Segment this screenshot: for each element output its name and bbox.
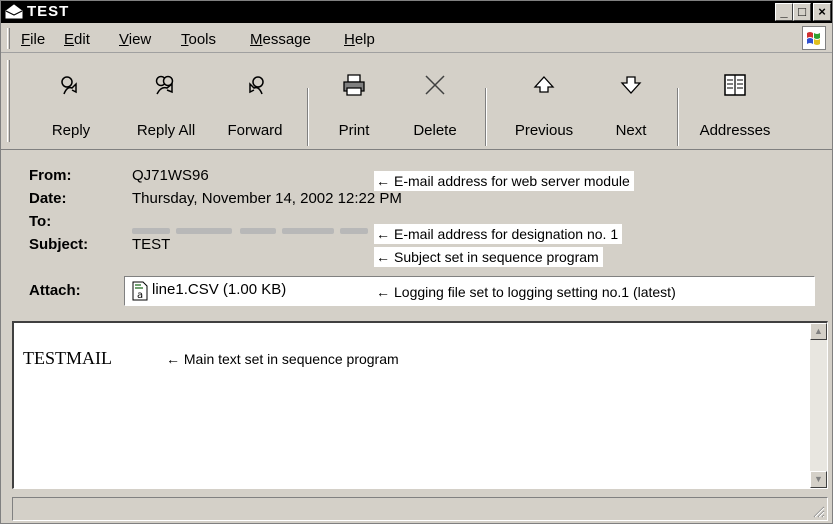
reply-all-button[interactable]: Reply All <box>121 54 211 150</box>
toolbar: Reply Reply All Forward Print Delete Pre… <box>1 54 832 150</box>
reply-all-icon <box>155 75 174 95</box>
toolbar-grip[interactable] <box>7 60 10 142</box>
menu-help[interactable]: Help <box>344 31 375 48</box>
menu-edit[interactable]: Edit <box>64 31 90 48</box>
scroll-down-button[interactable]: ▼ <box>810 471 827 488</box>
addresses-button[interactable]: Addresses <box>687 54 783 150</box>
windows-logo-icon <box>802 26 826 50</box>
toolbar-separator <box>485 88 487 146</box>
attach-label: Attach: <box>29 282 81 299</box>
forward-button[interactable]: Forward <box>215 54 295 150</box>
status-bar <box>12 497 828 521</box>
reply-button[interactable]: Reply <box>41 54 101 150</box>
csv-file-icon: a <box>132 281 148 301</box>
reply-icon <box>61 76 77 95</box>
subject-label: Subject: <box>29 236 89 253</box>
annotation-subject: ← Subject set in sequence program <box>374 247 603 267</box>
up-arrow-icon <box>533 76 555 93</box>
minimize-button[interactable]: _ <box>775 3 793 21</box>
vertical-scrollbar[interactable]: ▲ ▼ <box>810 323 827 488</box>
message-body[interactable]: TESTMAIL ← Main text set in sequence pro… <box>12 321 828 489</box>
envelope-app-icon <box>5 4 23 19</box>
scroll-up-button[interactable]: ▲ <box>810 323 827 340</box>
to-label: To: <box>29 213 52 230</box>
forward-icon <box>249 76 264 95</box>
subject-value: TEST <box>132 236 171 253</box>
menu-grip[interactable] <box>7 28 10 49</box>
svg-text:a: a <box>137 290 143 301</box>
to-value-blurred[interactable] <box>132 226 368 236</box>
date-label: Date: <box>29 190 67 207</box>
resize-grip-icon[interactable] <box>811 504 825 518</box>
title-bar[interactable]: TEST _ □ × <box>1 1 832 23</box>
print-button[interactable]: Print <box>319 54 389 150</box>
date-value: Thursday, November 14, 2002 12:22 PM <box>132 190 402 207</box>
from-label: From: <box>29 167 72 184</box>
toolbar-separator <box>677 88 679 146</box>
delete-x-icon <box>425 75 445 95</box>
toolbar-separator <box>307 88 309 146</box>
from-value[interactable]: QJ71WS96 <box>132 167 209 184</box>
maximize-button[interactable]: □ <box>793 3 811 21</box>
menu-file[interactable]: File <box>21 31 45 48</box>
menu-tools[interactable]: Tools <box>181 31 216 48</box>
mail-window: TEST _ □ × File Edit View Tools Message … <box>0 0 833 524</box>
annotation-to: ← E-mail address for designation no. 1 <box>374 224 623 244</box>
previous-button[interactable]: Previous <box>497 54 591 150</box>
address-book-icon <box>724 74 746 96</box>
annotation-from: ← E-mail address for web server module <box>374 171 634 191</box>
close-button[interactable]: × <box>813 3 831 21</box>
window-title: TEST <box>27 3 70 20</box>
annotation-body: ← Main text set in sequence program <box>166 351 399 367</box>
body-text: TESTMAIL <box>23 348 112 368</box>
down-arrow-icon <box>620 76 642 94</box>
menu-bar: File Edit View Tools Message Help <box>1 23 832 53</box>
next-button[interactable]: Next <box>601 54 661 150</box>
attachment-link[interactable]: line1.CSV (1.00 KB) <box>152 281 286 298</box>
delete-button[interactable]: Delete <box>399 54 471 150</box>
menu-view[interactable]: View <box>119 31 151 48</box>
menu-message[interactable]: Message <box>250 31 311 48</box>
printer-icon <box>343 74 365 96</box>
annotation-attach: ← Logging file set to logging setting no.… <box>374 282 680 302</box>
